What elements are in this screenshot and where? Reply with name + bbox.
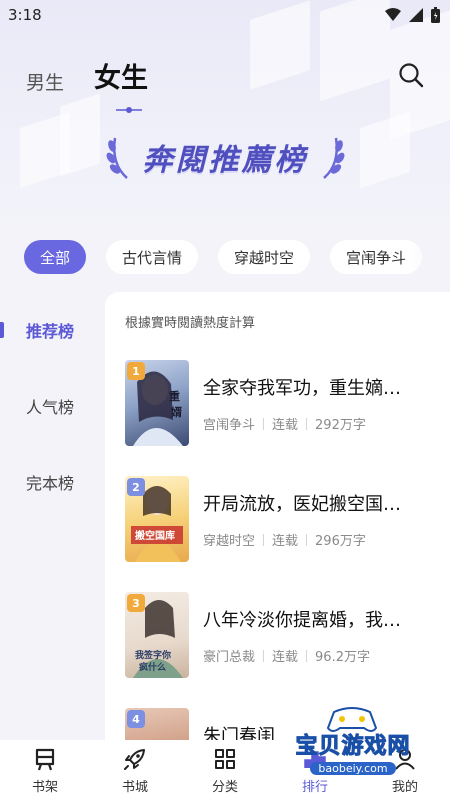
chip-fade <box>410 236 450 278</box>
divider <box>263 649 265 662</box>
book-list-panel: 根據實時閱讀熱度計算 重 婿 1 全家夺我军功，重生嫡… 宫闱争斗 连载 292… <box>105 292 450 740</box>
book-item[interactable]: 我签字你 疯什么 3 八年冷淡你提离婚，我… 豪门总裁 连载 96.2万字 <box>125 592 445 680</box>
divider <box>306 417 308 430</box>
nav-bookstore[interactable]: 书城 <box>90 740 180 800</box>
book-meta: 宫闱争斗 连载 292万字 <box>203 414 366 433</box>
nav-category-label: 分类 <box>211 779 238 795</box>
rank-badge: 4 <box>127 710 145 728</box>
chip-time-travel[interactable]: 穿越时空 <box>218 240 311 274</box>
tab-male[interactable]: 男生 <box>26 68 64 95</box>
gender-tabs: 男生 女生 <box>26 56 149 113</box>
ranking-side-nav: 推荐榜 人气榜 完本榜 <box>0 292 105 740</box>
book-status: 连载 <box>272 534 299 549</box>
book-genre: 豪门总裁 <box>203 650 256 665</box>
ranking-banner: 奔閱推薦榜 <box>0 124 450 190</box>
book-item[interactable]: 重 婿 1 全家夺我军功，重生嫡… 宫闱争斗 连载 292万字 <box>125 360 445 448</box>
book-meta: 豪门总裁 连载 96.2万字 <box>203 646 370 665</box>
nav-ranking-label: 排行 <box>301 779 328 795</box>
svg-text:重: 重 <box>169 389 180 403</box>
category-icon <box>215 748 235 769</box>
book-word-count: 96.2万字 <box>315 650 370 665</box>
divider <box>306 533 308 546</box>
side-item-recommend[interactable]: 推荐榜 <box>0 292 105 368</box>
svg-text:我签字你: 我签字你 <box>135 649 171 661</box>
book-word-count: 296万字 <box>315 534 366 549</box>
book-title: 八年冷淡你提离婚，我… <box>203 610 401 631</box>
book-title: 全家夺我军功，重生嫡… <box>203 378 401 399</box>
divider <box>263 533 265 546</box>
rank-badge: 2 <box>127 478 145 496</box>
active-tab-indicator <box>116 107 143 113</box>
watermark-url: baobeiy.com <box>310 762 396 775</box>
book-meta: 穿越时空 连载 296万字 <box>203 530 366 549</box>
rocket-icon <box>124 748 145 770</box>
nav-bookstore-label: 书城 <box>121 779 148 795</box>
book-item[interactable]: 搬空国库 2 开局流放，医妃搬空国… 穿越时空 连载 296万字 <box>125 476 445 564</box>
svg-text:搬空国库: 搬空国库 <box>135 529 175 542</box>
signal-icon <box>409 8 423 22</box>
nav-bookshelf-label: 书架 <box>31 779 58 795</box>
ranking-note: 根據實時閱讀熱度計算 <box>125 316 256 331</box>
divider <box>306 649 308 662</box>
hero-background <box>0 0 450 235</box>
chip-all[interactable]: 全部 <box>24 240 87 274</box>
divider <box>263 417 265 430</box>
status-time: 3:18 <box>8 6 42 24</box>
svg-text:疯什么: 疯什么 <box>139 661 166 673</box>
laurel-left-icon <box>106 137 128 179</box>
tab-female[interactable]: 女生 <box>94 56 149 113</box>
watermark-logo: 宝贝游戏网 baobeiy.com <box>278 706 428 778</box>
nav-category[interactable]: 分类 <box>180 740 270 800</box>
laurel-right-icon <box>322 137 344 179</box>
book-word-count: 292万字 <box>315 418 366 433</box>
book-genre: 穿越时空 <box>203 534 256 549</box>
rank-badge: 3 <box>127 594 145 612</box>
bookshelf-icon <box>35 748 55 770</box>
banner-title: 奔閱推薦榜 <box>142 143 308 178</box>
gamepad-icon <box>326 707 378 732</box>
wifi-icon <box>385 8 401 21</box>
chip-ancient-romance[interactable]: 古代言情 <box>106 240 199 274</box>
chip-palace-intrigue[interactable]: 宫闱争斗 <box>330 240 423 274</box>
nav-bookshelf[interactable]: 书架 <box>0 740 90 800</box>
tab-female-label: 女生 <box>94 63 149 94</box>
side-item-completed[interactable]: 完本榜 <box>0 444 105 520</box>
book-title: 开局流放，医妃搬空国… <box>203 494 401 515</box>
battery-icon <box>431 7 440 23</box>
rank-badge: 1 <box>127 362 145 380</box>
nav-profile-label: 我的 <box>391 779 418 795</box>
search-icon[interactable] <box>398 62 424 88</box>
svg-text:婿: 婿 <box>171 405 183 419</box>
category-chips: 全部 古代言情 穿越时空 宫闱争斗 <box>24 240 423 274</box>
side-item-popular[interactable]: 人气榜 <box>0 368 105 444</box>
book-genre: 宫闱争斗 <box>203 418 256 433</box>
book-status: 连载 <box>272 418 299 433</box>
book-status: 连载 <box>272 650 299 665</box>
status-bar: 3:18 <box>0 0 450 30</box>
